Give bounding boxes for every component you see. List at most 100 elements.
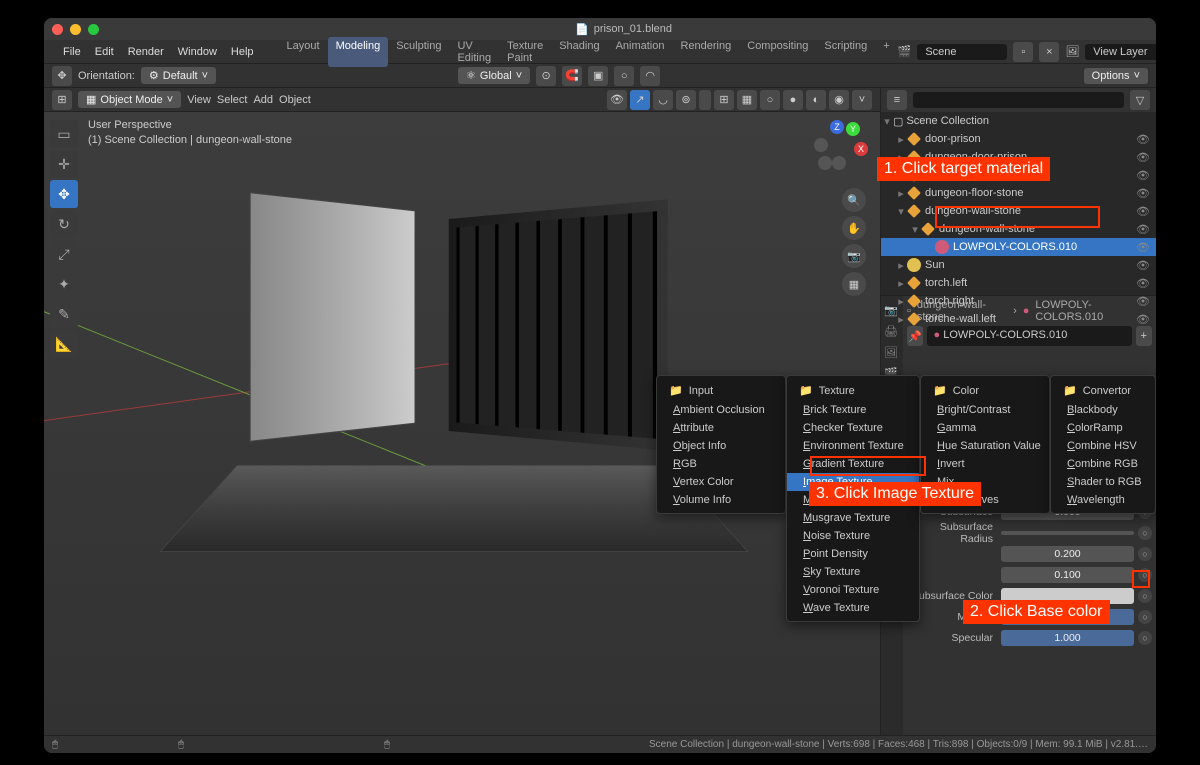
menu-item[interactable]: Attribute bbox=[657, 419, 785, 437]
snap-target-icon[interactable]: ▣ bbox=[588, 66, 608, 86]
ws-uvediting[interactable]: UV Editing bbox=[449, 37, 499, 67]
window-controls[interactable] bbox=[52, 24, 99, 35]
tool-transform[interactable]: ✦ bbox=[50, 270, 78, 298]
menu-item[interactable]: RGB bbox=[657, 455, 785, 473]
outliner-row[interactable]: ▸door-prison👁 bbox=[881, 130, 1156, 148]
pivot-icon[interactable]: ⊙ bbox=[536, 66, 556, 86]
eye-icon[interactable]: 👁 bbox=[1136, 169, 1150, 182]
editor-type-icon[interactable]: ⊞ bbox=[52, 90, 72, 110]
eye-icon[interactable]: 👁 bbox=[1136, 151, 1150, 164]
menu-item[interactable]: Vertex Color bbox=[657, 473, 785, 491]
menu-item[interactable]: Gamma bbox=[921, 419, 1049, 437]
eye-icon[interactable]: 👁 bbox=[1136, 295, 1150, 308]
axis-neg-icon[interactable] bbox=[832, 156, 846, 170]
outliner-search[interactable] bbox=[913, 92, 1124, 108]
tool-measure[interactable]: 📐 bbox=[50, 330, 78, 358]
node-link-icon[interactable]: ○ bbox=[1138, 631, 1152, 645]
menu-item[interactable]: Wave Texture bbox=[787, 599, 919, 617]
ws-sculpting[interactable]: Sculpting bbox=[388, 37, 449, 67]
menu-item[interactable]: Voronoi Texture bbox=[787, 581, 919, 599]
tool-move[interactable]: ✥ bbox=[50, 180, 78, 208]
proportional-falloff-icon[interactable]: ◠ bbox=[640, 66, 660, 86]
overlays-toggle-icon[interactable]: ⊚ bbox=[676, 90, 696, 110]
axis-y-icon[interactable]: Y bbox=[846, 122, 860, 136]
menu-add[interactable]: Add bbox=[253, 94, 273, 106]
menu-item[interactable]: Invert bbox=[921, 455, 1049, 473]
pan-icon[interactable]: ✋ bbox=[842, 216, 866, 240]
gizmo-arrow-icon[interactable]: ↗ bbox=[630, 90, 650, 110]
ws-add[interactable]: + bbox=[875, 37, 897, 67]
outliner-collection[interactable]: ▾▢ Scene Collection bbox=[881, 112, 1156, 130]
axis-neg-icon[interactable] bbox=[818, 156, 832, 170]
outliner-row[interactable]: LOWPOLY-COLORS.010👁 bbox=[881, 238, 1156, 256]
menu-help[interactable]: Help bbox=[224, 43, 261, 61]
menu-item[interactable]: Combine HSV bbox=[1051, 437, 1155, 455]
outliner-row[interactable]: ▸Sun👁 bbox=[881, 256, 1156, 274]
transform-orientation[interactable]: ⚛ Global ˅ bbox=[458, 67, 530, 84]
eye-icon[interactable]: 👁 bbox=[1136, 277, 1150, 290]
ws-texturepaint[interactable]: Texture Paint bbox=[499, 37, 551, 67]
outliner-row[interactable]: ▸torche-wall.left👁 bbox=[881, 310, 1156, 328]
orientation-selector[interactable]: ⚙ Default ˅ bbox=[141, 67, 216, 84]
outliner-row[interactable]: ▸torch.left👁 bbox=[881, 274, 1156, 292]
tool-select[interactable]: ▭ bbox=[50, 120, 78, 148]
tool-annotate[interactable]: ✎ bbox=[50, 300, 78, 328]
menu-item[interactable]: Volume Info bbox=[657, 491, 785, 509]
ws-shading[interactable]: Shading bbox=[551, 37, 607, 67]
tab-viewlayer[interactable]: 🖼 bbox=[881, 342, 901, 362]
node-link-icon[interactable]: ○ bbox=[1138, 589, 1152, 603]
material-slot[interactable]: ● LOWPOLY-COLORS.010 bbox=[927, 326, 1131, 346]
tool-cursor[interactable]: ✛ bbox=[50, 150, 78, 178]
add-slot-button[interactable]: + bbox=[1136, 326, 1152, 346]
zoom-icon[interactable]: 🔍 bbox=[842, 188, 866, 212]
ws-modeling[interactable]: Modeling bbox=[328, 37, 389, 67]
menu-item[interactable]: Environment Texture bbox=[787, 437, 919, 455]
axis-neg-icon[interactable] bbox=[814, 138, 828, 152]
eye-icon[interactable]: 👁 bbox=[1136, 259, 1150, 272]
ws-compositing[interactable]: Compositing bbox=[739, 37, 816, 67]
menu-file[interactable]: File bbox=[56, 43, 88, 61]
eye-icon[interactable]: 👁 bbox=[1136, 187, 1150, 200]
menu-item[interactable]: Checker Texture bbox=[787, 419, 919, 437]
node-link-icon[interactable]: ○ bbox=[1138, 526, 1152, 540]
scene-browse-icon[interactable]: ▫ bbox=[1013, 42, 1033, 62]
camera-icon[interactable]: 📷 bbox=[842, 244, 866, 268]
xray-icon[interactable]: ▦ bbox=[737, 90, 757, 110]
shading-wireframe-icon[interactable]: ○ bbox=[760, 90, 780, 110]
menu-item[interactable]: Musgrave Texture bbox=[787, 509, 919, 527]
ws-rendering[interactable]: Rendering bbox=[672, 37, 739, 67]
menu-item[interactable]: Point Density bbox=[787, 545, 919, 563]
shading-dropdown-icon[interactable]: ˅ bbox=[852, 90, 872, 110]
menu-window[interactable]: Window bbox=[171, 43, 224, 61]
scene-selector[interactable]: Scene bbox=[917, 44, 1007, 60]
menu-item[interactable]: Bright/Contrast bbox=[921, 401, 1049, 419]
minimize-icon[interactable] bbox=[70, 24, 81, 35]
ws-layout[interactable]: Layout bbox=[279, 37, 328, 67]
menu-item[interactable]: Combine RGB bbox=[1051, 455, 1155, 473]
outliner-row[interactable]: ▸torch.right👁 bbox=[881, 292, 1156, 310]
outliner-row[interactable]: ▸dungeon-floor-stone👁 bbox=[881, 184, 1156, 202]
value-slider[interactable]: 0.100 bbox=[1001, 567, 1134, 583]
menu-item[interactable]: Object Info bbox=[657, 437, 785, 455]
menu-item[interactable]: Ambient Occlusion bbox=[657, 401, 785, 419]
tool-rotate[interactable]: ↻ bbox=[50, 210, 78, 238]
menu-item[interactable]: Shader to RGB bbox=[1051, 473, 1155, 491]
close-icon[interactable] bbox=[52, 24, 63, 35]
outliner-type-icon[interactable]: ≡ bbox=[887, 90, 907, 110]
value-slider[interactable]: 1.000 bbox=[1001, 630, 1134, 646]
eye-icon[interactable]: 👁 bbox=[1136, 313, 1150, 326]
ws-animation[interactable]: Animation bbox=[608, 37, 673, 67]
scene-close-icon[interactable]: × bbox=[1039, 42, 1059, 62]
perspective-icon[interactable]: ▦ bbox=[842, 272, 866, 296]
pin-icon[interactable]: 📌 bbox=[907, 326, 923, 346]
menu-item[interactable]: Sky Texture bbox=[787, 563, 919, 581]
menu-render[interactable]: Render bbox=[121, 43, 171, 61]
value-slider[interactable] bbox=[1001, 531, 1134, 535]
menu-item[interactable]: Blackbody bbox=[1051, 401, 1155, 419]
menu-item[interactable]: ColorRamp bbox=[1051, 419, 1155, 437]
overlays-dropdown-icon[interactable]: ⊞ bbox=[714, 90, 734, 110]
menu-view[interactable]: View bbox=[187, 94, 211, 106]
orientation-gizmo[interactable]: Y Z X bbox=[812, 124, 868, 180]
menu-item[interactable]: Hue Saturation Value bbox=[921, 437, 1049, 455]
axis-z-icon[interactable]: Z bbox=[830, 120, 844, 134]
